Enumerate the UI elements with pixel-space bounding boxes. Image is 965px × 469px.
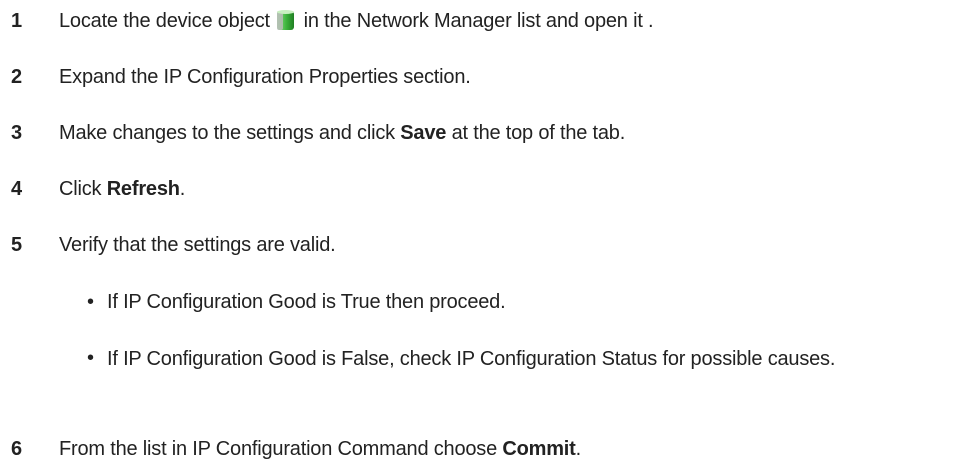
step-text-before: Locate the device object xyxy=(59,10,270,32)
bullet-glyph: • xyxy=(87,347,95,369)
step-number: 5 xyxy=(11,234,23,256)
step-4: 4 Click Refresh. xyxy=(0,169,965,209)
step-number: 4 xyxy=(11,178,23,200)
bullet-item-1: • If IP Configuration Good is True then … xyxy=(0,282,965,322)
step-1: 1 Locate the device object in the Networ… xyxy=(0,1,965,41)
step-text-after: in the Network Manager list and open it … xyxy=(298,10,654,32)
refresh-label: Refresh xyxy=(106,178,180,200)
step-text-after: . xyxy=(179,178,186,200)
commit-label: Commit xyxy=(502,438,576,460)
step-number: 2 xyxy=(11,66,23,88)
step-text-before: Make changes to the settings and click xyxy=(59,122,401,144)
step-number: 3 xyxy=(11,122,23,144)
step-text: Make changes to the settings and click S… xyxy=(59,113,625,153)
step-text: Click Refresh. xyxy=(59,169,185,209)
step-text-before: From the list in IP Configuration Comman… xyxy=(59,438,503,460)
step-text: Locate the device object in the Network … xyxy=(59,1,654,41)
procedure-steps: 1 Locate the device object in the Networ… xyxy=(0,0,965,469)
step-text-after: . xyxy=(575,438,582,460)
step-text: Expand the IP Configuration Properties s… xyxy=(59,66,471,88)
step-text: Verify that the settings are valid. xyxy=(59,234,336,256)
bullet-item-2: • If IP Configuration Good is False, che… xyxy=(0,338,965,418)
step-number: 6 xyxy=(11,438,23,460)
step-text: From the list in IP Configuration Comman… xyxy=(59,429,581,469)
bullet-text: If IP Configuration Good is False, check… xyxy=(107,348,836,370)
step-6: 6 From the list in IP Configuration Comm… xyxy=(0,429,965,469)
step-2: 2 Expand the IP Configuration Properties… xyxy=(0,57,965,97)
step-3: 3 Make changes to the settings and click… xyxy=(0,113,965,153)
save-label: Save xyxy=(400,122,447,144)
bullet-text: If IP Configuration Good is True then pr… xyxy=(107,291,506,313)
step-text-after: at the top of the tab. xyxy=(446,122,626,144)
bullet-glyph: • xyxy=(87,291,95,313)
step-number: 1 xyxy=(11,10,23,32)
device-object-icon xyxy=(276,5,295,30)
step-text-before: Click xyxy=(59,178,107,200)
step-5: 5 Verify that the settings are valid. xyxy=(0,225,965,265)
